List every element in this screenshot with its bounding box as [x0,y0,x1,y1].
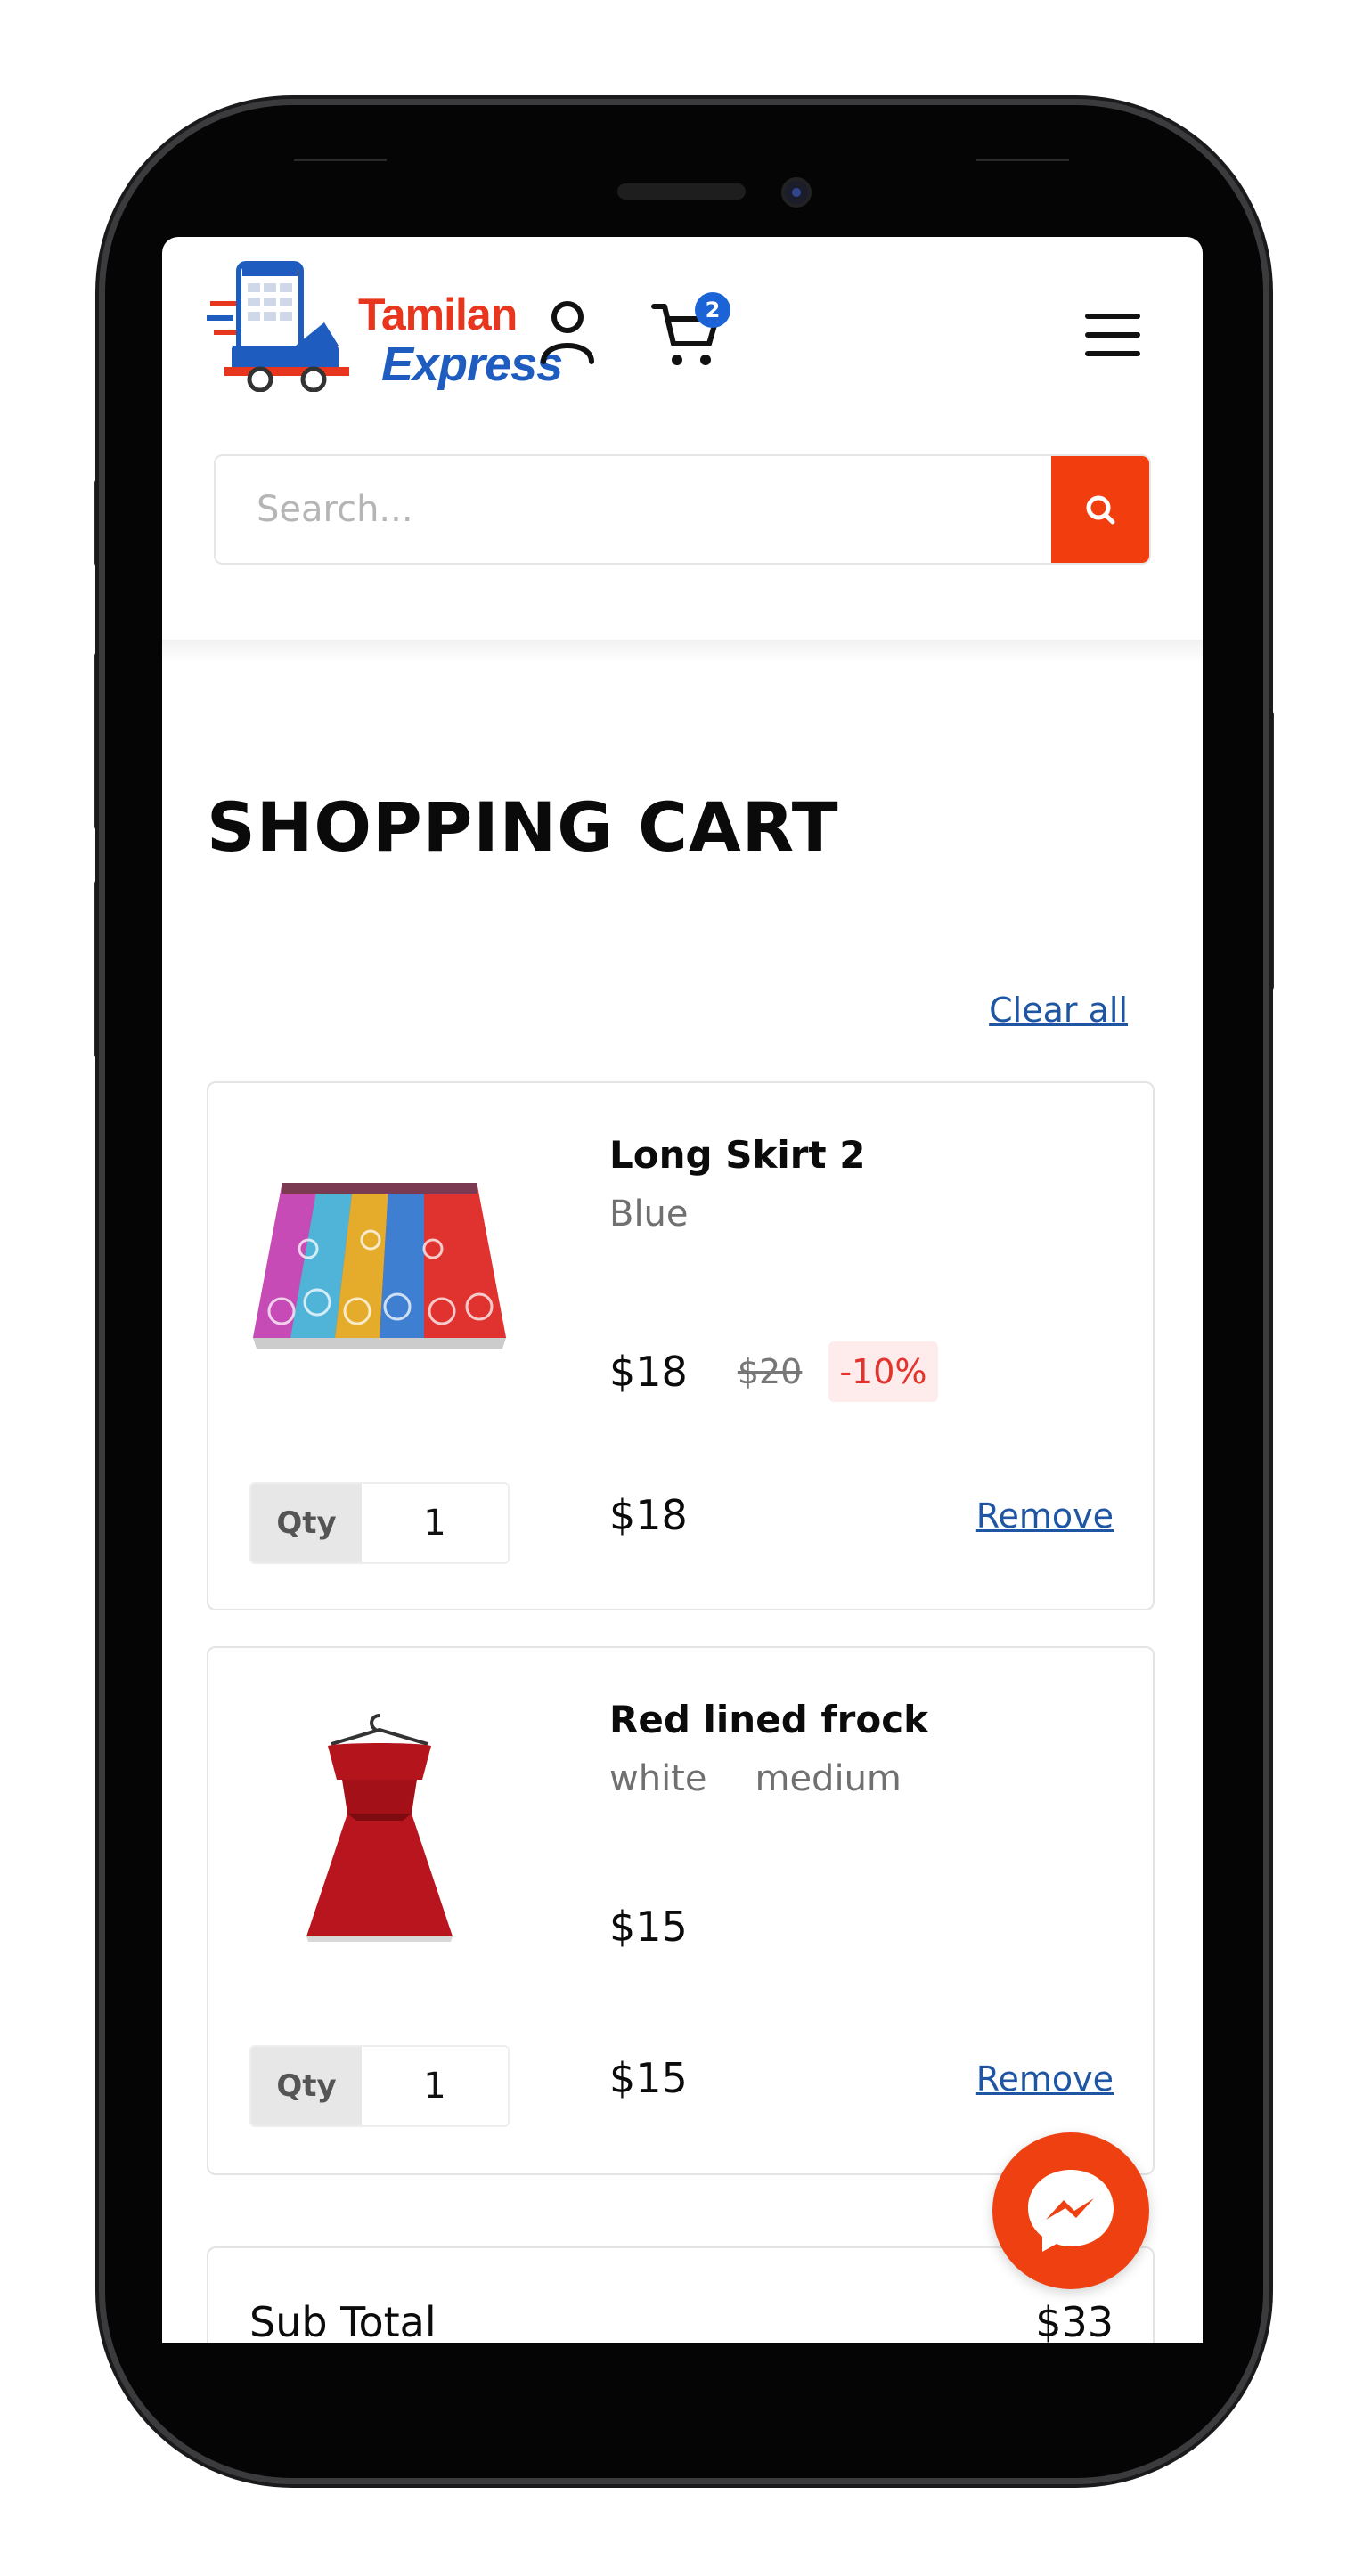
search-button[interactable] [1051,456,1149,563]
qty-label: Qty [251,2047,362,2125]
line-total: $15 [609,2054,688,2102]
search-icon [1086,495,1115,525]
clear-all-link[interactable]: Clear all [989,990,1128,1030]
variant-color: white [609,1758,707,1799]
earpiece-speaker [617,183,746,200]
hamburger-menu-icon [1085,314,1140,356]
delivery-truck-icon [207,261,349,392]
item-name: Red lined frock [609,1698,929,1741]
search-bar [214,454,1151,565]
quantity-control[interactable]: Qty 1 [249,2045,510,2127]
red-frock-product-image [306,1714,453,1942]
menu-button[interactable] [1083,308,1142,362]
remove-item-link[interactable]: Remove [976,2059,1114,2099]
price-row: $15 [609,1903,688,1951]
item-original-price: $20 [737,1352,803,1391]
messenger-chat-button[interactable] [992,2132,1149,2289]
phone-mute-switch [94,479,105,567]
notch-edge-left [294,159,387,161]
item-price: $18 [609,1348,688,1396]
line-total: $18 [609,1491,688,1539]
cart-button[interactable]: 2 [650,292,730,369]
cart-count-badge: 2 [695,292,730,328]
phone-power-button [1263,711,1274,990]
cart-item: Red lined frock white medium $15 Qty 1 $1… [207,1646,1155,2175]
variant-color: Blue [609,1194,689,1235]
long-skirt-product-image [253,1183,506,1349]
page-title: SHOPPING CART [207,787,839,867]
item-variant: Blue [609,1194,737,1235]
messenger-icon [1028,2170,1114,2252]
phone-screen: Tamilan Express 2 Search... SHOPPING CAR… [162,237,1203,2343]
cart-item: Long Skirt 2 Blue $18 $20 -10% Qty 1 $18… [207,1081,1155,1610]
discount-badge: -10% [828,1341,938,1402]
site-logo[interactable]: Tamilan Express [207,258,563,392]
user-icon [541,301,594,364]
phone-volume-down-button [94,880,105,1058]
front-camera [781,177,812,208]
variant-size: medium [755,1758,902,1799]
header-divider [162,640,1203,663]
search-input[interactable] [216,456,1051,563]
subtotal-value: $33 [1035,2298,1114,2343]
phone-volume-up-button [94,652,105,830]
subtotal-label: Sub Total [249,2298,437,2343]
notch-edge-right [976,159,1069,161]
qty-label: Qty [251,1484,362,1562]
item-name: Long Skirt 2 [609,1133,866,1177]
screen-bottom-edge [162,2343,1203,2352]
logo-text-express: Express [381,338,563,391]
qty-value[interactable]: 1 [362,1484,508,1562]
item-variant: white medium [609,1758,950,1799]
item-price: $15 [609,1903,688,1951]
remove-item-link[interactable]: Remove [976,1496,1114,1536]
qty-value[interactable]: 1 [362,2047,508,2125]
logo-text-tamilan: Tamilan [358,289,518,339]
quantity-control[interactable]: Qty 1 [249,1482,510,1564]
account-button[interactable] [536,296,599,367]
price-row: $18 $20 -10% [609,1341,938,1402]
